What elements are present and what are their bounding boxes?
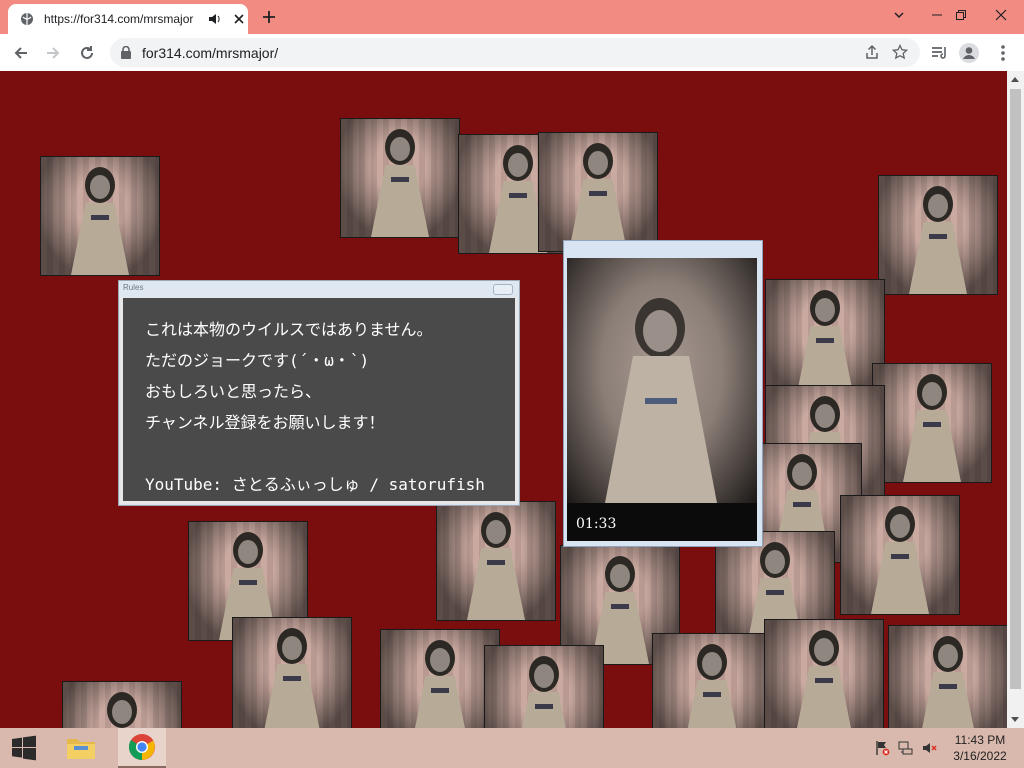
photo-tile [40, 156, 160, 276]
photo-tile [340, 118, 460, 238]
lock-icon[interactable] [120, 46, 132, 59]
photo-tile [232, 617, 352, 728]
browser-toolbar: for314.com/mrsmajor/ [0, 34, 1024, 72]
forward-button[interactable] [40, 40, 66, 66]
video-timestamp: 01:33 [576, 516, 617, 532]
message-line: おもしろいと思ったら、 [145, 382, 322, 401]
photo-tile [888, 625, 1007, 728]
chrome-taskbar-button[interactable] [118, 728, 166, 768]
message-line: ただのジョークです(´・ω・`) [145, 351, 370, 370]
photo-tile [840, 495, 960, 615]
chevron-down-icon [894, 12, 904, 19]
url-text[interactable]: for314.com/mrsmajor/ [142, 45, 278, 61]
tab-strip: https://for314.com/mrsmajor [0, 0, 1024, 34]
video-player[interactable]: 01:33 [567, 258, 757, 541]
maximize-icon [956, 10, 966, 20]
address-bar[interactable]: for314.com/mrsmajor/ [110, 38, 920, 67]
flag-icon[interactable] [874, 740, 890, 756]
file-explorer-button[interactable] [58, 728, 106, 768]
photo-tile [652, 633, 772, 728]
popup-message-body: これは本物のウイルスではありません。 ただのジョークです(´・ω・`) おもしろ… [123, 298, 515, 501]
tab-active[interactable]: https://for314.com/mrsmajor [8, 4, 248, 34]
photo-tile [765, 279, 885, 399]
back-icon [14, 47, 27, 59]
message-popup-window[interactable]: Rules これは本物のウイルスではありません。 ただのジョークです(´・ω・`… [118, 280, 520, 506]
file-explorer-icon [67, 739, 95, 759]
youtube-credit: YouTube: さとるふぃっしゅ / satorufish [145, 475, 485, 494]
back-button[interactable] [8, 40, 34, 66]
star-icon[interactable] [892, 44, 908, 60]
scroll-down-arrow-icon[interactable] [1011, 717, 1019, 722]
clock-time: 11:43 PM [954, 733, 1006, 747]
photo-tile [62, 681, 182, 728]
photo-tile [878, 175, 998, 295]
scroll-up-arrow-icon[interactable] [1011, 77, 1019, 82]
volume-muted-icon[interactable] [922, 740, 938, 756]
photo-tile [538, 132, 658, 252]
forward-icon [47, 47, 60, 59]
photo-tile [380, 629, 500, 728]
system-clock[interactable]: 11:43 PM 3/16/2022 [944, 732, 1016, 764]
start-button[interactable] [0, 728, 48, 768]
photo-tile [436, 501, 556, 621]
photo-tile [872, 363, 992, 483]
windows-start-icon [12, 735, 36, 761]
close-icon[interactable] [232, 12, 246, 26]
windows-taskbar: 11:43 PM 3/16/2022 [0, 728, 1024, 768]
popup-titlebar[interactable]: Rules [119, 281, 519, 297]
message-line: チャンネル登録をお願いします！ [145, 413, 385, 432]
video-frame [567, 258, 757, 503]
photo-tile [484, 645, 604, 728]
reload-button[interactable] [74, 40, 100, 66]
tab-title: https://for314.com/mrsmajor [44, 12, 194, 26]
popup-close-button[interactable] [493, 284, 513, 295]
profile-icon[interactable] [958, 42, 980, 64]
plus-icon[interactable] [260, 8, 278, 26]
favicon-globe-icon [21, 13, 33, 25]
page-scrollbar[interactable] [1007, 71, 1024, 728]
clock-date: 3/16/2022 [953, 749, 1007, 763]
close-icon [995, 9, 1007, 21]
popup-title: Rules [123, 283, 144, 292]
photo-tile [764, 619, 884, 728]
network-icon[interactable] [898, 740, 914, 756]
scrollbar-thumb[interactable] [1010, 89, 1021, 689]
media-queue-icon[interactable] [928, 42, 950, 64]
chrome-icon [128, 734, 155, 761]
share-icon[interactable] [864, 44, 880, 60]
speaker-icon[interactable] [208, 12, 222, 26]
reload-icon [81, 46, 93, 59]
menu-icon[interactable] [992, 42, 1014, 64]
close-window-button[interactable] [978, 0, 1024, 30]
message-line: これは本物のウイルスではありません。 [145, 320, 433, 339]
video-popup-window[interactable]: 01:33 [563, 240, 763, 547]
